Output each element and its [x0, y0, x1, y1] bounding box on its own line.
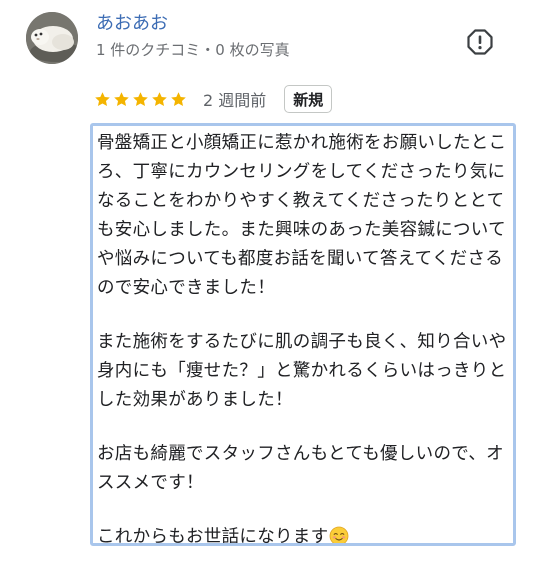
review-text: 骨盤矯正と小顔矯正に惹かれ施術をお願いしたところ、丁寧にカウンセリングをしてくだ… — [90, 123, 516, 546]
star-icon — [133, 91, 148, 106]
report-button[interactable] — [466, 28, 494, 56]
star-icon — [95, 91, 110, 106]
reviewer-name[interactable]: あおあお — [96, 13, 168, 35]
reviewer-avatar[interactable] — [26, 12, 78, 64]
reviewer-stats: 1 件のクチコミ・0 枚の写真 — [96, 41, 290, 59]
review-date: 2 週間前 — [203, 91, 267, 110]
star-icon — [114, 91, 129, 106]
star-icon — [171, 91, 186, 106]
review-paragraph-closing: これからもお世話になります — [97, 523, 509, 546]
new-badge: 新規 — [284, 85, 333, 113]
review-rating-row: 2 週間前 新規 — [94, 84, 333, 114]
review-paragraph: また施術をするたびに肌の調子も良く、知り合いや身内にも「痩せた？」と驚かれるくら… — [97, 332, 507, 410]
avatar-photo — [26, 12, 78, 64]
review-paragraph: お店も綺麗でスタッフさんもとても優しいので、オススメです！ — [97, 444, 504, 493]
smiling-face-emoji-icon — [330, 526, 349, 543]
review-paragraph: 骨盤矯正と小顔矯正に惹かれ施術をお願いしたところ、丁寧にカウンセリングをしてくだ… — [97, 133, 507, 298]
closing-text: これからもお世話になります — [97, 527, 329, 546]
star-icon — [152, 91, 167, 106]
star-rating — [94, 91, 187, 108]
report-icon — [467, 29, 493, 55]
